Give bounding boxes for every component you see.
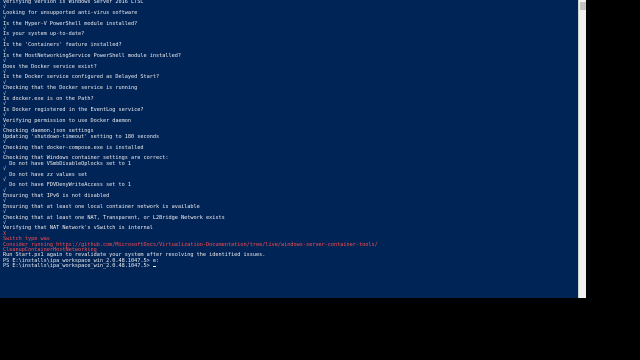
command-prompt-line: PS E:\installs\ipa_workspace_win_2.0.48.… xyxy=(3,263,575,270)
powershell-window[interactable]: Verifying version is Windows Server 2016… xyxy=(0,0,586,298)
console-line-text: Do not have zz values set xyxy=(3,171,88,178)
console-line-text: PS E:\installs\ipa_workspace_win_2.0.48.… xyxy=(3,263,153,270)
console-line-text: Updating 'shutdown-timeout' setting to 1… xyxy=(3,133,160,140)
console-line-text: Ensuring that at least one local contain… xyxy=(3,203,200,210)
console-line-text: Looking for unsupported anti-virus softw… xyxy=(3,9,138,16)
console-line-text: Verifying that NAT Network's vSwitch is … xyxy=(3,225,153,232)
console-output[interactable]: Verifying version is Windows Server 2016… xyxy=(3,0,575,298)
console-line-text: Checking that at least one NAT, Transpar… xyxy=(3,214,225,221)
text-cursor xyxy=(152,266,156,268)
console-line-text: Is the 'Containers' feature installed? xyxy=(3,42,122,49)
console-line-text: Is your system up-to-date? xyxy=(3,31,85,38)
console-line-text: Is the Hyper-V PowerShell module install… xyxy=(3,20,138,27)
console-line-text: Verifying permission to use Docker daemo… xyxy=(3,117,132,124)
screen-frame: Verifying version is Windows Server 2016… xyxy=(0,0,640,360)
console-line-text: Is Docker registered in the EventLog ser… xyxy=(3,106,144,113)
console-line-text: Verifying version is Windows Server 2016… xyxy=(3,0,144,5)
console-line-text: Does the Docker service exist? xyxy=(3,63,97,70)
console-line-text: Checking that docker-compose.exe is inst… xyxy=(3,144,144,151)
console-line-text: Is docker.exe is on the Path? xyxy=(3,96,94,103)
console-line-text: Checking that the Docker service is runn… xyxy=(3,85,138,92)
console-line-text: Is the Docker service configured as Dela… xyxy=(3,74,160,81)
vertical-scrollbar[interactable] xyxy=(578,0,586,298)
console-line-text: Is the HostNetworkingService PowerShell … xyxy=(3,52,182,59)
scrollbar-thumb[interactable] xyxy=(580,2,586,10)
console-line-text: Do not have FDVDenyWriteAccess set to 1 xyxy=(3,182,132,189)
console-line-text: Ensuring that IPv6 is not disabled xyxy=(3,193,110,200)
console-line-text: Do not have VSmbDisableOplocks set to 1 xyxy=(3,160,132,167)
